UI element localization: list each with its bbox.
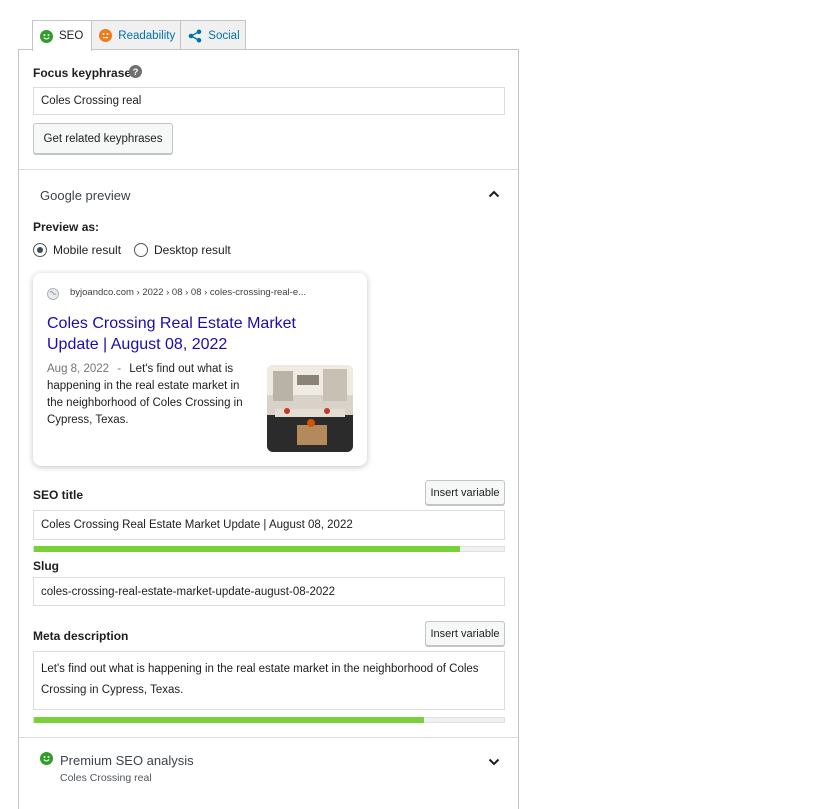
snippet-description-block: Aug 8, 2022 - Let's find out what is hap… [47,361,255,429]
meta-description-input[interactable]: Let's find out what is happening in the … [33,651,505,710]
snippet-thumbnail [267,365,353,452]
tab-readability[interactable]: Readability [91,20,182,50]
chevron-down-icon[interactable] [488,756,500,770]
tab-seo-label: SEO [59,30,84,42]
divider [19,169,518,170]
premium-seo-analysis-subtitle: Coles Crossing real [60,772,152,784]
tab-readability-label: Readability [118,29,176,42]
meta-description-progress-bar [33,717,505,723]
radio-mobile[interactable]: Mobile result [33,243,121,257]
slug-input[interactable]: coles-crossing-real-estate-market-update… [33,577,505,606]
snippet-breadcrumb: byjoandco.com › 2022 › 08 › 08 › coles-c… [70,287,307,298]
radio-button-checked[interactable] [33,243,47,257]
chevron-up-icon[interactable] [488,188,500,202]
seo-title-progress-fill [34,546,460,552]
tab-bar: SEO Readability Social [32,20,247,51]
smiley-orange-icon [99,29,113,42]
tab-social[interactable]: Social [180,20,247,50]
radio-desktop-label: Desktop result [154,243,231,257]
premium-seo-analysis-heading: Premium SEO analysis [60,753,194,768]
google-snippet-card: byjoandco.com › 2022 › 08 › 08 › coles-c… [33,273,367,466]
seo-title-progress-bar [33,546,505,552]
globe-icon [47,288,59,303]
tab-social-label: Social [208,29,240,42]
google-preview-heading[interactable]: Google preview [40,188,130,203]
smiley-green-icon [40,29,53,43]
preview-as-label: Preview as: [33,220,100,234]
seo-title-input[interactable]: Coles Crossing Real Estate Market Update… [33,510,505,540]
premium-seo-analysis-section[interactable]: Premium SEO analysis Coles Crossing real [33,738,518,788]
share-icon [188,29,202,43]
slug-label: Slug [33,559,59,573]
smiley-green-icon [40,752,53,768]
meta-description-label: Meta description [33,629,129,643]
seo-title-insert-variable-button[interactable]: Insert variable [425,480,505,505]
tab-seo[interactable]: SEO [32,20,93,51]
focus-keyphrase-label: Focus keyphrase [33,66,132,80]
seo-panel: Focus keyphrase ? Coles Crossing real Ge… [18,49,519,809]
meta-description-insert-variable-button[interactable]: Insert variable [425,621,505,646]
meta-description-progress-fill [34,717,424,723]
snippet-date: Aug 8, 2022 [47,363,110,375]
get-related-keyphrases-button[interactable]: Get related keyphrases [33,123,173,154]
help-icon[interactable]: ? [129,65,142,81]
focus-keyphrase-input[interactable]: Coles Crossing real [33,87,505,115]
snippet-separator: - [117,363,122,375]
radio-mobile-label: Mobile result [53,243,122,257]
snippet-title[interactable]: Coles Crossing Real Estate Market Update… [47,313,347,355]
radio-desktop[interactable]: Desktop result [134,243,231,257]
radio-button[interactable] [134,243,148,257]
svg-text:?: ? [133,67,139,78]
seo-title-label: SEO title [33,488,84,502]
